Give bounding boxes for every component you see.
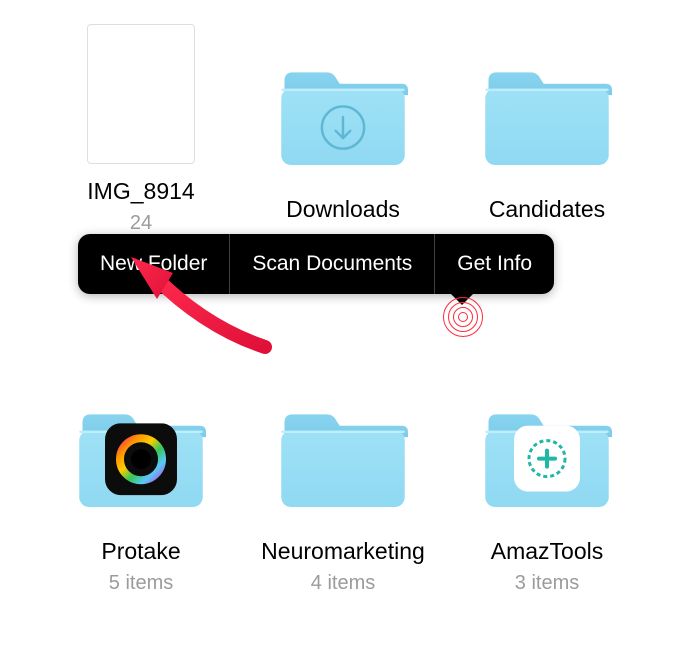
item-label: AmazTools bbox=[457, 538, 637, 566]
file-grid: IMG_8914 24 Downloads Candidates bbox=[0, 0, 680, 665]
folder-icon bbox=[278, 394, 408, 524]
context-menu-new-folder[interactable]: New Folder bbox=[78, 234, 229, 294]
protake-app-icon bbox=[105, 423, 177, 500]
grid-item-folder-candidates[interactable]: Candidates bbox=[452, 42, 642, 224]
grid-item-folder-protake[interactable]: Protake 5 items bbox=[46, 384, 236, 595]
item-label: Candidates bbox=[457, 196, 637, 224]
grid-item-file[interactable]: IMG_8914 24 bbox=[46, 24, 236, 235]
grid-item-folder-neuromarketing[interactable]: Neuromarketing 4 items bbox=[248, 384, 438, 595]
file-icon bbox=[87, 24, 195, 164]
item-label: Protake bbox=[51, 538, 231, 566]
context-menu: New Folder Scan Documents Get Info bbox=[78, 234, 554, 294]
grid-item-folder-downloads[interactable]: Downloads bbox=[248, 42, 438, 224]
context-menu-get-info[interactable]: Get Info bbox=[435, 234, 554, 294]
folder-icon bbox=[278, 52, 408, 182]
item-label: IMG_8914 bbox=[51, 178, 231, 206]
item-sublabel: 3 items bbox=[515, 572, 579, 595]
item-label: Neuromarketing bbox=[253, 538, 433, 566]
item-sublabel: 4 items bbox=[311, 572, 375, 595]
grid-item-folder-amaztools[interactable]: AmazTools 3 items bbox=[452, 384, 642, 595]
item-sublabel: 24 bbox=[130, 212, 152, 235]
context-menu-pointer-icon bbox=[450, 293, 474, 305]
folder-icon bbox=[482, 52, 612, 182]
item-sublabel: 5 items bbox=[109, 572, 173, 595]
context-menu-scan-documents[interactable]: Scan Documents bbox=[230, 234, 434, 294]
amaztools-app-icon bbox=[514, 426, 580, 497]
item-label: Downloads bbox=[253, 196, 433, 224]
